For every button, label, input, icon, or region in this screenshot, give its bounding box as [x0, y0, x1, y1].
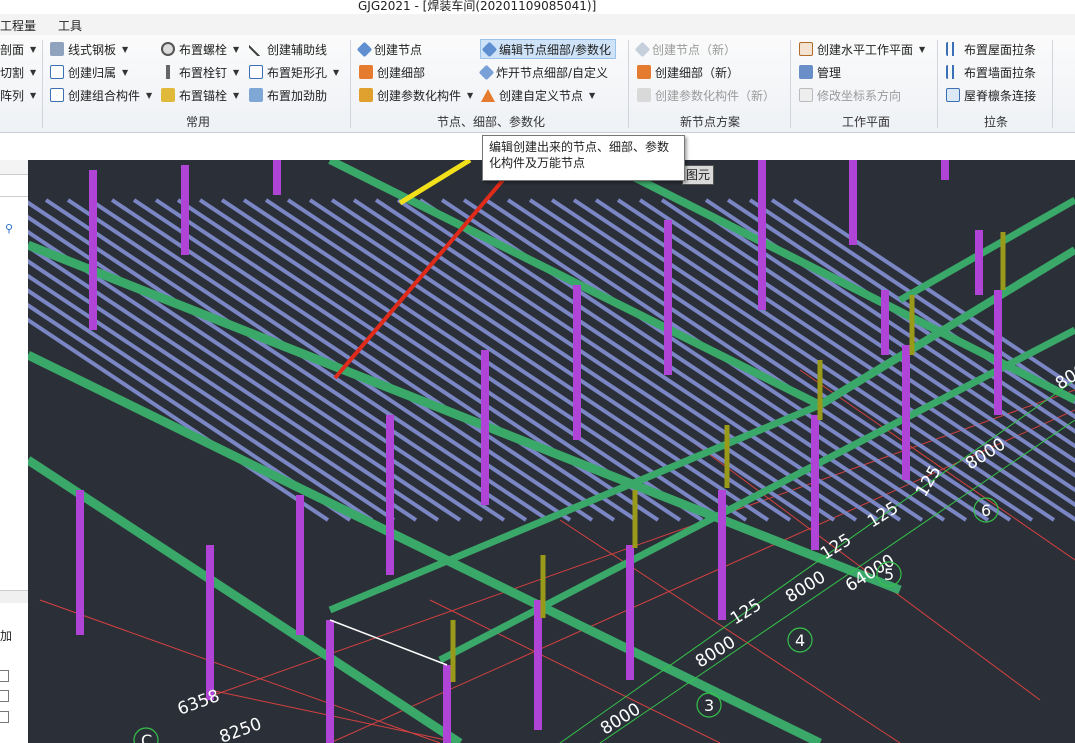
plate-icon: [50, 42, 64, 56]
create-aux-line-button[interactable]: 创建辅助线: [249, 39, 327, 59]
explode-icon: [478, 64, 495, 80]
node-new-icon: [634, 41, 651, 57]
belong-icon: [50, 65, 64, 79]
ridge-icon: [946, 88, 960, 102]
panel-header: [0, 160, 28, 175]
place-stud-button[interactable]: 布置栓钉 ▼: [161, 62, 239, 82]
create-horizontal-plane-button[interactable]: 创建水平工作平面 ▼: [799, 39, 925, 59]
modify-axis-button[interactable]: 修改坐标系方向: [799, 85, 901, 105]
group-separator: [628, 40, 629, 128]
group-label-common: 常用: [186, 115, 211, 129]
bolt-icon: [161, 42, 175, 56]
panel-subheader: [0, 590, 28, 603]
panel-row: [0, 182, 28, 197]
group-label-nodes: 节点、细部、参数化: [437, 115, 546, 129]
roof-brace-icon: [946, 42, 960, 56]
stiffener-icon: [249, 88, 263, 102]
wall-brace-icon: [946, 65, 960, 79]
roof-brace-button[interactable]: 布置屋面拉条: [946, 39, 1036, 59]
combo-icon: [50, 88, 64, 102]
create-belong-button[interactable]: 创建归属 ▼: [50, 62, 128, 82]
create-detail-button[interactable]: 创建细部: [359, 62, 425, 82]
custom-node-icon: [481, 88, 495, 102]
create-node-button[interactable]: 创建节点: [356, 39, 422, 59]
search-icon[interactable]: ⚲: [5, 222, 13, 235]
section-button[interactable]: 剖面 ▼: [0, 39, 36, 59]
anchor-icon: [161, 88, 175, 102]
place-bolt-button[interactable]: 布置螺栓 ▼: [161, 39, 239, 59]
axis-icon: [799, 88, 813, 102]
array-button[interactable]: 阵列 ▼: [0, 85, 36, 105]
manage-icon: [799, 65, 813, 79]
ridge-purlin-button[interactable]: 屋脊檩条连接: [946, 85, 1036, 105]
group-label-bracing: 拉条: [984, 115, 1009, 129]
checkbox[interactable]: [0, 690, 9, 702]
create-custom-node-button[interactable]: 创建自定义节点 ▼: [481, 85, 595, 105]
model-viewport[interactable]: 8000 125 8000 125 8000 125 8000 64000 125 8000 825…: [28, 160, 1075, 743]
axis-marker-label: 6: [981, 501, 991, 520]
menu-quantity[interactable]: 工程量: [0, 17, 36, 34]
detail-icon: [359, 65, 373, 79]
menu-bar: 工程量 工具: [0, 14, 1075, 35]
left-panel: ⚲ 加: [0, 160, 29, 743]
manage-button[interactable]: 管理: [799, 62, 841, 82]
axis-marker-label: 5: [884, 565, 894, 584]
window-title: GJG2021 - [焊装车间(20201109085041)]: [358, 0, 597, 13]
place-stiffener-button[interactable]: 布置加劲肋: [249, 85, 327, 105]
steel-structure-3d-view[interactable]: 8000125800012580001258000640001258000825…: [28, 160, 1075, 743]
create-node-new-button[interactable]: 创建节点（新）: [634, 39, 736, 59]
group-separator: [937, 40, 938, 128]
checkbox[interactable]: [0, 711, 9, 723]
group-label-new-nodes: 新节点方案: [680, 115, 741, 129]
title-bar: GJG2021 - [焊装车间(20201109085041)]: [0, 0, 1075, 14]
group-separator: [350, 40, 351, 128]
plane-icon: [799, 42, 813, 56]
element-hint: 图元: [682, 165, 715, 185]
dropdown-arrow-icon: ▼: [30, 44, 37, 54]
group-separator: [1052, 40, 1053, 128]
param-new-icon: [637, 88, 651, 102]
place-rect-hole-button[interactable]: 布置矩形孔 ▼: [249, 62, 339, 82]
checkbox[interactable]: [0, 670, 9, 682]
aux-line-icon: [249, 42, 263, 56]
linear-plate-button[interactable]: 线式钢板 ▼: [50, 39, 128, 59]
create-param-button[interactable]: 创建参数化构件 ▼: [359, 85, 473, 105]
menu-tools[interactable]: 工具: [58, 17, 82, 34]
explode-node-button[interactable]: 炸开节点细部/自定义: [478, 62, 608, 82]
node-icon: [356, 41, 373, 57]
ribbon: 剖面 ▼ 切割 ▼ 阵列 ▼ 线式钢板 ▼ 创建归属 ▼ 创建组合构件 ▼ 布置螺栓 ▼ 布置…: [0, 35, 1075, 133]
create-detail-new-button[interactable]: 创建细部（新）: [637, 62, 739, 82]
create-param-new-button[interactable]: 创建参数化构件（新）: [637, 85, 775, 105]
dropdown-arrow-icon: ▼: [30, 67, 37, 77]
dropdown-arrow-icon: ▼: [30, 90, 37, 100]
add-label[interactable]: 加: [0, 627, 12, 644]
edit-node-icon: [481, 41, 498, 57]
place-anchor-button[interactable]: 布置锚栓 ▼: [161, 85, 239, 105]
detail-new-icon: [637, 65, 651, 79]
axis-marker-label: C: [141, 731, 152, 743]
stud-icon: [161, 65, 175, 79]
create-combo-button[interactable]: 创建组合构件 ▼: [50, 85, 152, 105]
axis-marker-label: 3: [704, 696, 714, 715]
group-label-workplane: 工作平面: [842, 115, 891, 129]
group-separator: [790, 40, 791, 128]
param-icon: [359, 88, 373, 102]
edit-node-button[interactable]: 编辑节点细部/参数化: [480, 39, 617, 59]
cut-button[interactable]: 切割 ▼: [0, 62, 36, 82]
rect-hole-icon: [249, 65, 263, 79]
group-separator: [42, 40, 43, 128]
axis-marker-label: 4: [795, 631, 805, 650]
edit-node-tooltip: 编辑创建出来的节点、细部、参数化构件及万能节点: [482, 135, 685, 181]
wall-brace-button[interactable]: 布置墙面拉条: [946, 62, 1036, 82]
